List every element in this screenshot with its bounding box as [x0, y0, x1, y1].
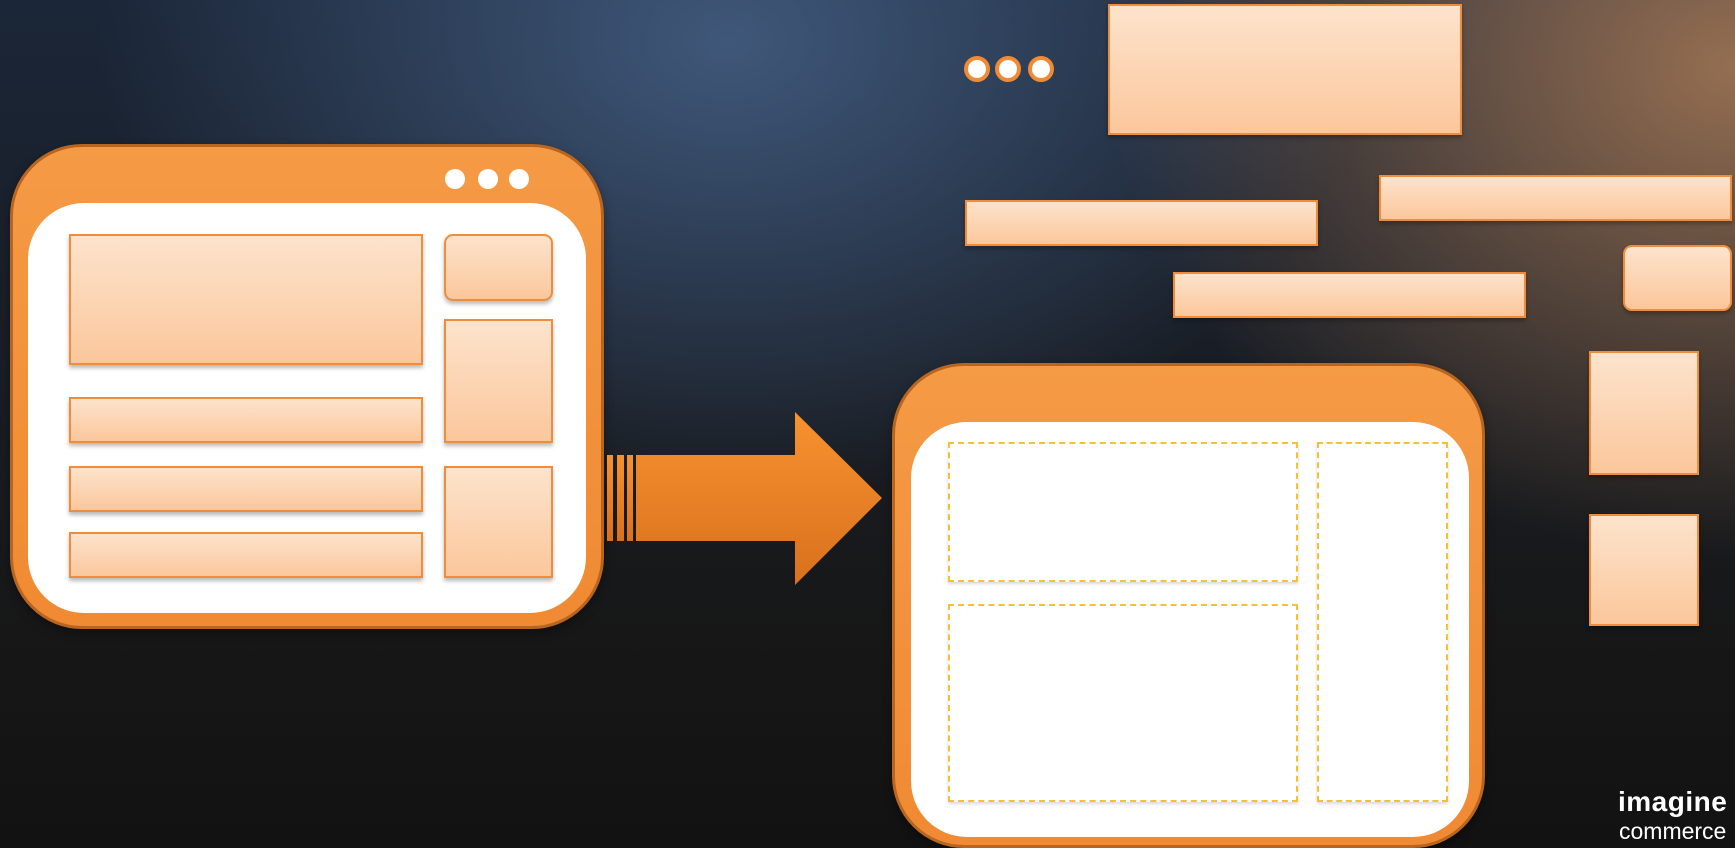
loose-side-block-2	[1589, 514, 1699, 626]
loose-small-block	[1623, 245, 1732, 311]
window-dot-icon	[478, 169, 498, 189]
loose-dot-icon	[995, 56, 1021, 82]
logo-imagine: imagine	[1618, 786, 1728, 817]
loose-dot-icon	[964, 56, 990, 82]
arrow-right-icon	[607, 412, 882, 585]
loose-dot-icon	[1028, 56, 1054, 82]
source-small-block	[444, 234, 553, 301]
source-hero-block	[69, 234, 423, 365]
loose-hero-block	[1108, 4, 1462, 135]
loose-row-block-1	[965, 200, 1318, 246]
loose-side-block-1	[1589, 351, 1699, 475]
window-dot-icon	[509, 169, 529, 189]
template-slot-side	[1317, 442, 1448, 802]
template-slot-bottom	[948, 604, 1298, 802]
template-slot-top	[948, 442, 1298, 582]
source-row-block-3	[69, 532, 423, 578]
window-dot-icon	[445, 169, 465, 189]
source-side-block-2	[444, 466, 553, 578]
source-row-block-2	[69, 466, 423, 512]
source-row-block-1	[69, 397, 423, 443]
source-side-block-1	[444, 319, 553, 443]
loose-row-block-2	[1379, 175, 1732, 221]
loose-row-block-3	[1173, 272, 1526, 318]
logo-commerce: commerce	[1619, 818, 1727, 844]
